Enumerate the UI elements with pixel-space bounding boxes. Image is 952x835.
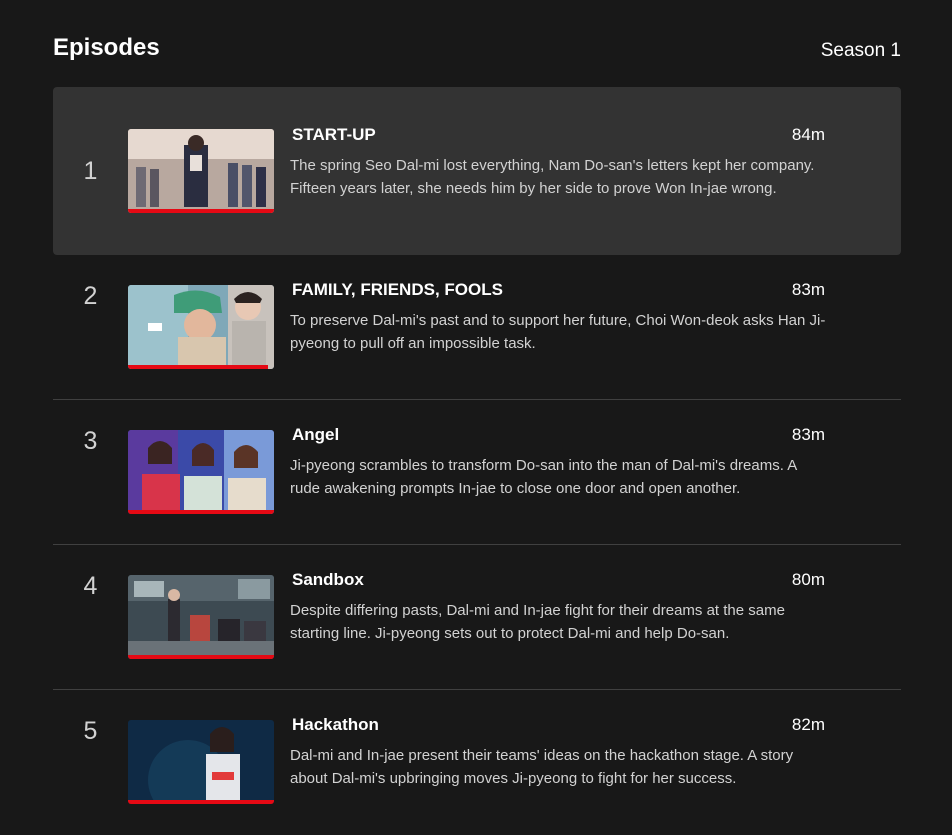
page-title: Episodes [53,34,160,61]
progress-bar [128,510,274,514]
episode-title: Sandbox [292,570,364,589]
season-selector[interactable]: Season 1 [821,40,901,62]
episode-description: Ji-pyeong scrambles to transform Do-san … [290,457,797,497]
episode-list: 1 START-UP 84m The spring Seo Dal-mi los… [53,87,901,835]
episode-description: To preserve Dal-mi's past and to support… [290,312,826,352]
episode-item[interactable]: 5 Hackathon 82m Dal-mi and In-jae presen… [53,690,901,835]
episode-item[interactable]: 4 Sandbox 80m Despite differing pasts, D… [53,545,901,690]
episode-item[interactable]: 3 Angel 83m Ji-pyeong scrambles to trans… [53,400,901,545]
episode-description: Despite differing pasts, Dal-mi and In-j… [290,602,785,642]
episode-title: FAMILY, FRIENDS, FOOLS [292,280,503,299]
episode-duration: 83m [791,280,825,299]
progress-bar [128,655,274,659]
episode-thumbnail[interactable] [128,285,274,369]
episode-number: 1 [83,157,98,185]
episode-title: START-UP [292,125,376,144]
episode-item[interactable]: 2 FAMILY, FRIENDS, FOOLS 83m To preserve… [53,255,901,400]
episode-duration: 82m [791,715,825,734]
episode-title: Angel [292,425,340,444]
episode-title: Hackathon [292,715,379,734]
episode-thumbnail[interactable] [128,575,274,659]
episode-number: 3 [83,427,98,455]
episode-description: Dal-mi and In-jae present their teams' i… [290,747,794,787]
episode-duration: 84m [791,125,825,144]
progress-bar [128,209,274,213]
episode-number: 4 [83,572,98,600]
episode-thumbnail[interactable] [128,720,274,804]
episodes-header: Episodes Season 1 [53,34,901,66]
episode-number: 2 [83,282,98,310]
progress-bar [128,800,274,804]
episode-item[interactable]: 1 START-UP 84m The spring Seo Dal-mi los… [53,87,901,255]
episode-thumbnail[interactable] [128,430,274,514]
episode-duration: 83m [791,425,825,444]
progress-bar [128,365,269,369]
episode-thumbnail[interactable] [128,129,274,213]
episode-number: 5 [83,717,98,745]
episode-description: The spring Seo Dal-mi lost everything, N… [290,157,815,197]
episode-duration: 80m [791,570,825,589]
